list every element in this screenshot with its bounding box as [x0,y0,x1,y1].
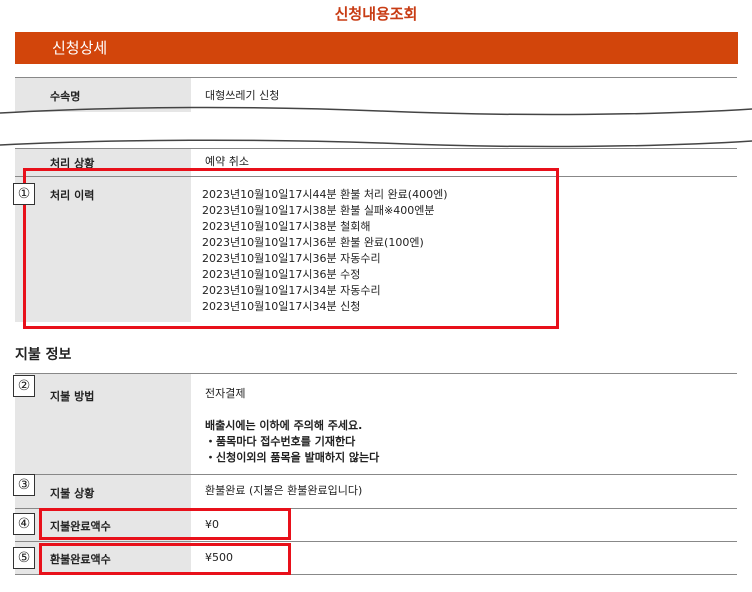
notice-line: ・신청이외의 품목을 발매하지 않는다 [205,451,380,464]
highlight-refund-amount [39,543,291,575]
row-payment-status: 지불 상황 환불완료 (지불은 환불완료입니다) [15,475,737,508]
section-title: 신청상세 [52,39,108,57]
cut-line-top [0,106,752,116]
notice-line: 배출시에는 이하에 주의해 주세요. [205,419,363,432]
payment-notice: 배출시에는 이하에 주의해 주세요. ・품목마다 접수번호를 기재한다 ・신청이… [205,418,379,466]
marker-2: ② [13,375,35,397]
page-title: 신청내용조회 [334,5,418,23]
row-payment-method: 지불 방법 전자결제 배출시에는 이하에 주의해 주세요. ・품목마다 접수번호… [15,374,737,474]
item-name-value: 대형쓰레기 신청 [205,89,280,102]
marker-4: ④ [13,513,35,535]
highlight-history [23,168,559,329]
label-cell: 지불 방법 [15,374,191,474]
section-header: 신청상세 [15,32,738,64]
payment-method-label: 지불 방법 [50,390,95,403]
marker-5: ⑤ [13,547,35,569]
label-cell: 지불 상황 [15,475,191,508]
item-name-label: 수속명 [50,90,81,103]
payment-method-value: 전자결제 [205,387,246,400]
marker-1: ① [13,183,35,205]
payment-status-value: 환불완료 (지불은 환불완료입니다) [205,484,363,497]
payment-section-title: 지불 정보 [15,347,72,363]
highlight-paid-amount [39,508,291,540]
notice-line: ・품목마다 접수번호를 기재한다 [205,435,356,448]
payment-status-label: 지불 상황 [50,487,95,500]
marker-3: ③ [13,474,35,496]
